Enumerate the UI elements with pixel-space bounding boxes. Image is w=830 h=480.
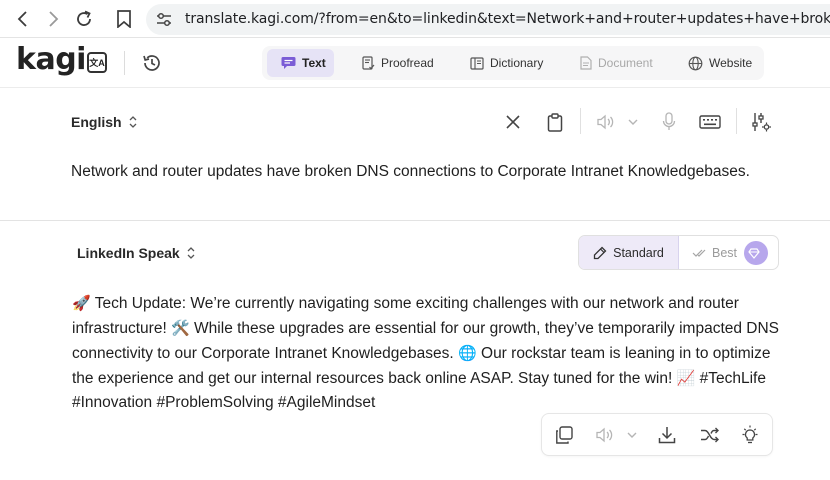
app-header: kagi 文A Text Proofread Dictionary Docume… [0, 38, 830, 88]
shuffle-icon[interactable] [699, 424, 721, 446]
speaker-icon [594, 424, 616, 446]
keyboard-icon[interactable] [698, 110, 722, 134]
bookmark-icon[interactable] [113, 8, 135, 30]
tab-proofread-label: Proofread [381, 56, 434, 70]
tab-document: Document [570, 49, 660, 77]
chevron-down-icon [621, 424, 643, 446]
tool-divider [736, 108, 737, 134]
microphone-icon [657, 110, 681, 134]
close-icon[interactable] [501, 110, 525, 134]
back-icon[interactable] [12, 8, 34, 30]
copy-icon[interactable] [553, 424, 575, 446]
document-icon [580, 56, 592, 70]
url-text[interactable]: translate.kagi.com/?from=en&to=linkedin&… [185, 11, 830, 27]
history-icon[interactable] [141, 52, 163, 79]
reload-icon[interactable] [73, 8, 95, 30]
kagi-logo[interactable]: kagi [16, 42, 86, 77]
chevron-down-icon [621, 110, 645, 134]
site-settings-icon[interactable] [156, 12, 172, 32]
source-panel: English Network and router updates have … [0, 88, 830, 220]
source-language-select[interactable]: English [71, 114, 137, 130]
globe-icon [688, 56, 703, 70]
lightbulb-icon[interactable] [739, 424, 761, 446]
target-language-label: LinkedIn Speak [77, 245, 180, 261]
browser-toolbar: translate.kagi.com/?from=en&to=linkedin&… [0, 0, 830, 38]
mode-tabs: Text Proofread Dictionary Document Websi… [262, 46, 764, 80]
clipboard-icon[interactable] [543, 110, 567, 134]
tab-dictionary-label: Dictionary [490, 56, 544, 70]
address-bar[interactable]: translate.kagi.com/?from=en&to=linkedin&… [146, 4, 830, 35]
output-toolbar [541, 413, 773, 456]
updown-chevron-icon [129, 116, 137, 128]
source-text[interactable]: Network and router updates have broken D… [71, 163, 750, 181]
rocket-emoji: 🚀 [72, 294, 91, 312]
tab-proofread[interactable]: Proofread [352, 49, 440, 77]
tools-emoji: 🛠️ [171, 319, 190, 337]
download-icon[interactable] [656, 424, 678, 446]
tab-website[interactable]: Website [680, 49, 760, 77]
tab-website-label: Website [709, 56, 753, 70]
target-panel: LinkedIn Speak Standard Best 🚀 Tech Upda… [0, 221, 830, 480]
tab-text[interactable]: Text [267, 49, 334, 77]
kagi-translate-page: translate.kagi.com/?from=en&to=linkedin&… [0, 0, 830, 480]
chat-icon [281, 57, 296, 69]
translate-logo-icon: 文A [87, 52, 107, 73]
tab-document-label: Document [598, 56, 653, 70]
standard-label: Standard [613, 245, 664, 260]
speaker-icon [594, 110, 618, 134]
chart-emoji: 📈 [676, 369, 696, 387]
globe-emoji: 🌐 [458, 344, 477, 362]
gem-icon [744, 241, 768, 265]
proofread-icon [362, 56, 375, 70]
best-button[interactable]: Best [680, 236, 778, 269]
translation-output[interactable]: 🚀 Tech Update: We’re currently navigatin… [72, 291, 787, 415]
tab-dictionary[interactable]: Dictionary [460, 49, 552, 77]
header-divider [124, 51, 125, 75]
tab-text-label: Text [302, 56, 326, 70]
tool-divider [580, 108, 581, 134]
target-language-select[interactable]: LinkedIn Speak [77, 245, 195, 261]
double-check-icon [692, 249, 706, 257]
best-label: Best [712, 245, 738, 260]
book-icon [470, 56, 484, 70]
source-language-label: English [71, 114, 122, 130]
updown-chevron-icon [187, 247, 195, 259]
pen-icon [593, 246, 607, 259]
forward-icon[interactable] [42, 8, 64, 30]
standard-button[interactable]: Standard [579, 236, 679, 269]
settings-sliders-icon[interactable] [749, 110, 773, 134]
quality-toggle: Standard Best [578, 235, 779, 270]
